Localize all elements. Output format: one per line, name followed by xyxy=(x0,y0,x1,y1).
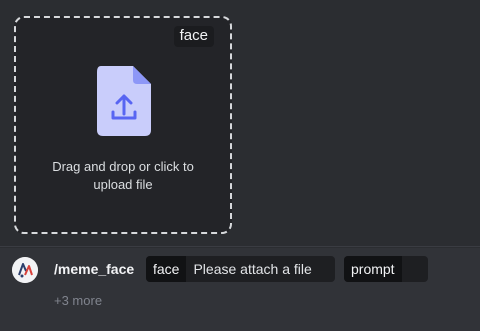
slash-command-bar: /meme_face face Please attach a file pro… xyxy=(0,248,480,331)
command-name: /meme_face xyxy=(54,261,135,277)
more-options-link[interactable]: +3 more xyxy=(54,293,102,309)
option-label-prompt: prompt xyxy=(344,256,402,282)
file-dropzone[interactable]: face Drag and drop or click to upload fi… xyxy=(14,16,232,234)
file-upload-icon xyxy=(97,66,151,136)
option-chip-face[interactable]: face Please attach a file xyxy=(146,256,335,282)
option-value-prompt[interactable] xyxy=(402,256,417,282)
dropzone-instruction: Drag and drop or click to upload file xyxy=(52,159,194,192)
option-value-face: Please attach a file xyxy=(193,261,312,277)
bot-avatar-icon xyxy=(12,257,38,283)
option-name-tag: face xyxy=(173,26,214,47)
file-upload-panel: face Drag and drop or click to upload fi… xyxy=(0,0,480,247)
option-label-face: face xyxy=(146,256,187,282)
option-chip-prompt[interactable]: prompt xyxy=(344,256,428,282)
